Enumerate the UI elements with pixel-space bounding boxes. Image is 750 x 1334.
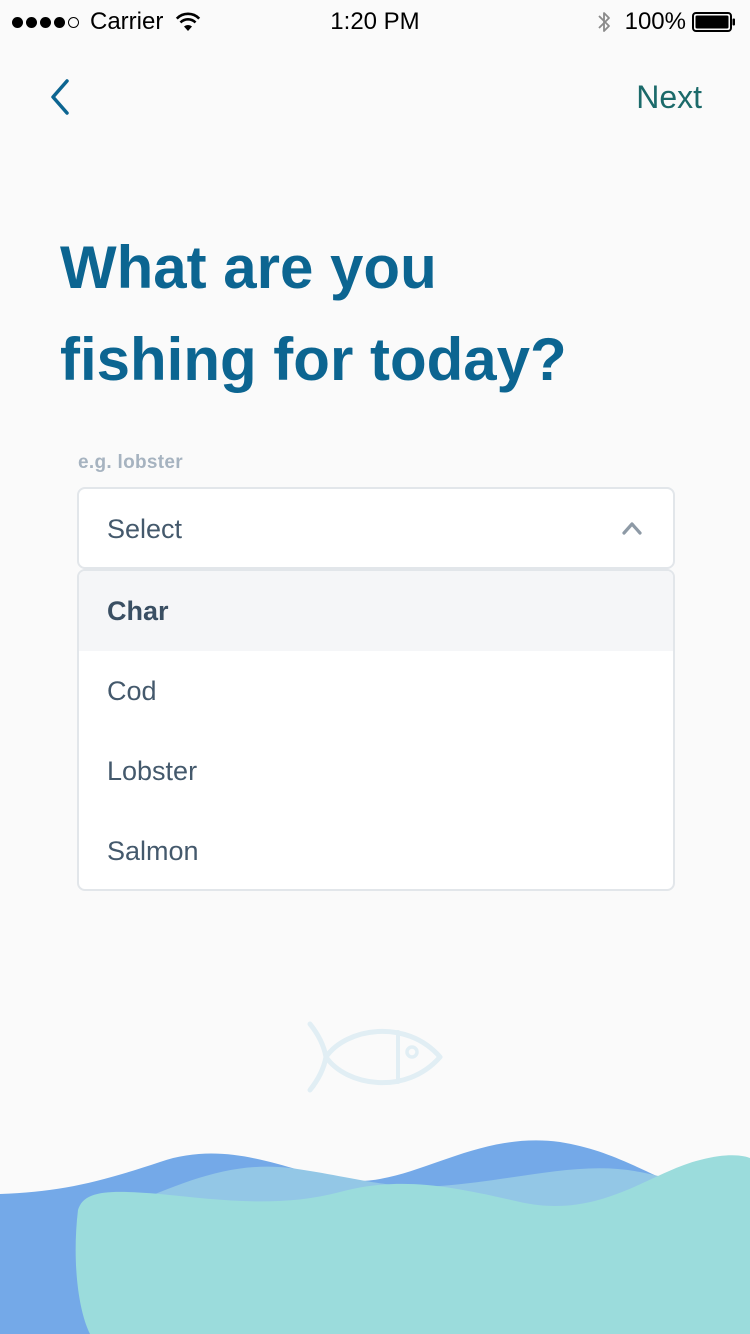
- chevron-left-icon: [51, 79, 69, 115]
- bluetooth-icon: [597, 12, 610, 32]
- battery-icon: [692, 12, 735, 32]
- back-button[interactable]: [40, 74, 80, 120]
- page-title-line-1: What are you: [60, 234, 437, 301]
- next-button[interactable]: Next: [636, 74, 702, 120]
- option-char[interactable]: Char: [79, 571, 673, 651]
- wave-illustration: [0, 1140, 750, 1334]
- page-title: What are you fishing for today?: [60, 222, 700, 406]
- status-right: 100%: [597, 8, 736, 36]
- status-bar: Carrier 1:20 PM 100%: [0, 0, 750, 44]
- field-hint: e.g. lobster: [78, 452, 183, 473]
- species-select[interactable]: Select: [77, 487, 675, 569]
- option-salmon[interactable]: Salmon: [79, 811, 673, 889]
- fish-icon: [307, 1021, 443, 1093]
- select-value: Select: [107, 514, 183, 544]
- option-cod[interactable]: Cod: [79, 651, 673, 731]
- chevron-up-icon: [622, 522, 642, 535]
- battery-percentage: 100%: [624, 8, 686, 35]
- options-list: Char Cod Lobster Salmon: [77, 569, 675, 891]
- option-lobster[interactable]: Lobster: [79, 731, 673, 811]
- page-title-line-2: fishing for today?: [60, 326, 567, 393]
